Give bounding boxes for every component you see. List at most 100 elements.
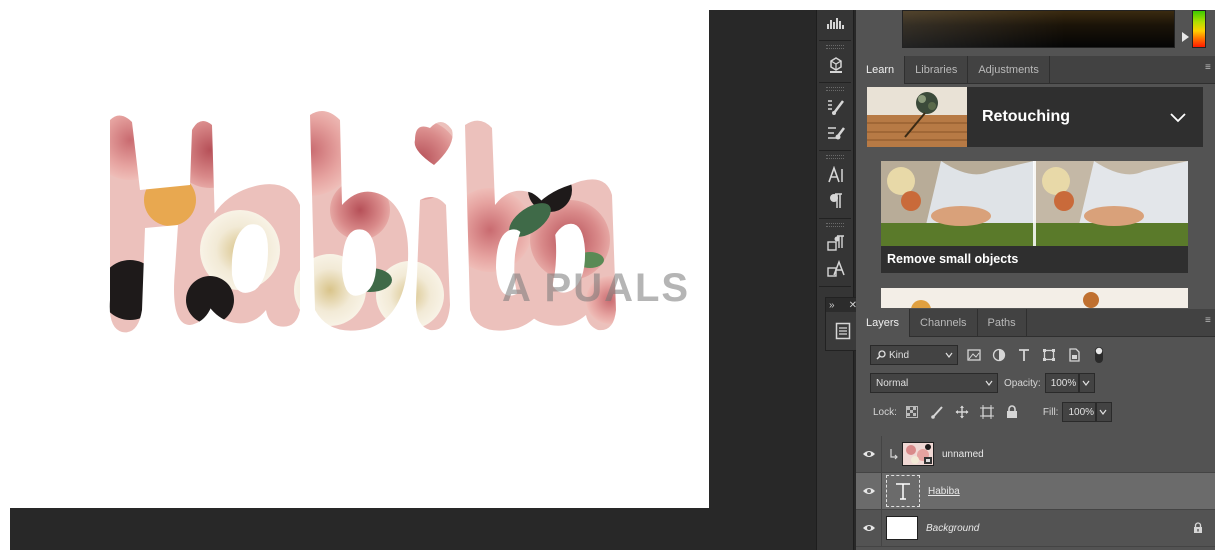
tab-paths[interactable]: Paths <box>978 309 1027 337</box>
expand-icon[interactable]: » <box>829 300 835 311</box>
panel-grip[interactable] <box>826 87 844 91</box>
properties-icon[interactable] <box>826 312 860 350</box>
tab-layers[interactable]: Layers <box>856 309 911 337</box>
lock-artboard-icon[interactable] <box>978 403 996 421</box>
blend-mode-value: Normal <box>876 377 909 389</box>
tutorial-card[interactable]: Remove small objects <box>881 161 1188 273</box>
blend-mode-dropdown[interactable]: Normal <box>870 373 998 393</box>
lock-image-pixels-icon[interactable] <box>928 403 946 421</box>
layer-row-habiba[interactable]: Habiba <box>856 472 1215 510</box>
lock-all-icon[interactable] <box>1003 403 1021 421</box>
paragraph-styles-icon[interactable] <box>817 230 855 256</box>
text-layer-thumbnail <box>886 475 920 507</box>
filter-smart-object-icon[interactable] <box>1065 346 1083 364</box>
clipping-mask-arrow-icon <box>890 449 898 460</box>
visibility-eye-icon[interactable] <box>856 435 882 473</box>
canvas-area[interactable]: A PUALS <box>10 10 798 550</box>
opacity-value: 100% <box>1050 377 1077 389</box>
collapsed-panels-strip <box>816 10 854 550</box>
layers-panel: Layers Channels Paths ≡ Kind Normal Opac… <box>856 309 1215 550</box>
chevron-down-icon <box>1082 380 1090 386</box>
paragraph-panel-icon[interactable] <box>817 188 855 214</box>
divider <box>819 82 851 83</box>
layer-row-background[interactable]: Background <box>856 509 1215 547</box>
tutorial-title: Remove small objects <box>887 252 1019 266</box>
filter-toggle-icon[interactable] <box>1090 346 1108 364</box>
fill-value: 100% <box>1068 406 1095 418</box>
opacity-slider-toggle[interactable] <box>1078 373 1095 393</box>
layer-filter-row: Kind <box>856 343 1215 367</box>
histogram-icon[interactable] <box>817 10 855 36</box>
character-styles-icon[interactable] <box>817 256 855 282</box>
filter-shape-icon[interactable] <box>1040 346 1058 364</box>
3d-cube-icon[interactable] <box>817 52 855 78</box>
chevron-down-icon[interactable] <box>1169 108 1187 126</box>
lock-transparent-pixels-icon[interactable] <box>903 403 921 421</box>
lock-position-icon[interactable] <box>953 403 971 421</box>
retouching-section-header[interactable]: Retouching <box>867 87 1203 147</box>
panel-grip[interactable] <box>826 155 844 159</box>
tab-libraries[interactable]: Libraries <box>905 56 969 84</box>
color-field[interactable] <box>902 10 1175 48</box>
tab-adjustments[interactable]: Adjustments <box>968 56 1050 84</box>
opacity-field[interactable]: 100% <box>1044 373 1079 393</box>
fill-slider-toggle[interactable] <box>1096 402 1113 422</box>
tab-channels[interactable]: Channels <box>910 309 978 337</box>
color-picker-panel <box>856 10 1215 54</box>
chevron-down-icon <box>1099 409 1107 415</box>
character-panel-icon[interactable] <box>817 162 855 188</box>
watermark-text: A PUALS <box>502 265 691 310</box>
opacity-label: Opacity: <box>1004 377 1041 389</box>
layer-name[interactable]: Background <box>926 523 979 534</box>
type-t-icon <box>896 483 910 500</box>
screenshot-frame: A PUALS » ✕ Learn Libraries Adjustments … <box>0 0 1225 560</box>
panel-menu-icon[interactable]: ≡ <box>1205 316 1213 326</box>
blend-opacity-row: Normal Opacity: 100% <box>856 372 1215 394</box>
tutorial-thumbnail <box>881 161 1188 246</box>
filter-pixel-icon[interactable] <box>965 346 983 364</box>
visibility-eye-icon[interactable] <box>856 472 882 510</box>
hue-slider-marker[interactable] <box>1182 32 1189 42</box>
right-panel-column: Learn Libraries Adjustments ≡ Retouching… <box>856 10 1215 550</box>
layer-name[interactable]: Habiba <box>928 486 960 497</box>
divider <box>819 286 851 287</box>
tab-learn[interactable]: Learn <box>856 56 906 84</box>
learn-panel: Retouching Remove small objects <box>856 86 1215 308</box>
pasteboard <box>709 10 798 550</box>
panel-grip[interactable] <box>826 223 844 227</box>
layer-row-unnamed[interactable]: unnamed <box>856 435 1215 473</box>
divider <box>819 218 851 219</box>
filter-kind-dropdown[interactable]: Kind <box>870 345 958 365</box>
divider <box>819 40 851 41</box>
hue-slider[interactable] <box>1192 10 1206 48</box>
fill-label: Fill: <box>1042 406 1059 418</box>
lock-fill-row: Lock: Fill: 100% <box>856 400 1215 424</box>
brush-presets-icon[interactable] <box>817 120 855 146</box>
brush-settings-icon[interactable] <box>817 94 855 120</box>
section-title: Retouching <box>982 108 1070 125</box>
panel-menu-icon[interactable]: ≡ <box>1205 63 1213 73</box>
tutorial-card-next[interactable] <box>881 288 1188 308</box>
filter-adjustment-icon[interactable] <box>990 346 1008 364</box>
photoshop-window: A PUALS » ✕ Learn Libraries Adjustments … <box>10 10 1215 550</box>
layer-thumbnail-white <box>886 516 918 540</box>
learn-tabbar: Learn Libraries Adjustments ≡ <box>856 56 1215 84</box>
layers-tabbar: Layers Channels Paths ≡ <box>856 309 1215 337</box>
divider <box>819 150 851 151</box>
appuals-watermark: A PUALS <box>502 258 690 318</box>
panel-grip[interactable] <box>826 45 844 49</box>
chevron-down-icon <box>945 352 953 358</box>
document-canvas[interactable]: A PUALS <box>10 10 709 508</box>
layer-thumbnail-image <box>902 442 934 466</box>
fill-field[interactable]: 100% <box>1062 402 1097 422</box>
lock-label: Lock: <box>873 406 897 418</box>
filter-kind-label: Kind <box>889 349 910 361</box>
retouching-thumbnail <box>867 87 967 147</box>
filter-type-icon[interactable] <box>1015 346 1033 364</box>
chevron-down-icon <box>985 380 993 386</box>
mini-panel-header: » ✕ <box>826 298 860 312</box>
lock-icon[interactable] <box>1193 522 1203 534</box>
layer-name[interactable]: unnamed <box>942 449 984 460</box>
search-icon <box>876 350 886 360</box>
visibility-eye-icon[interactable] <box>856 509 882 547</box>
